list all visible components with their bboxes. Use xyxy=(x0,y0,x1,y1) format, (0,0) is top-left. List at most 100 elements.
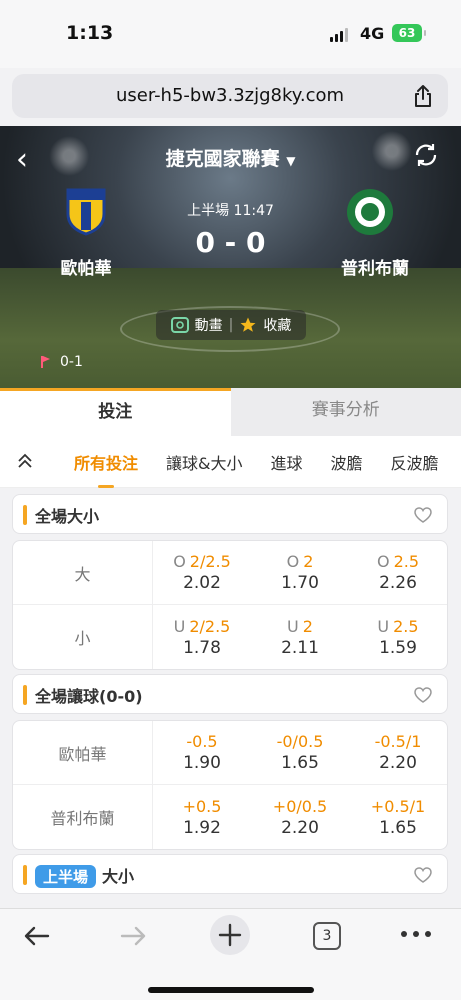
odds-prefix: U xyxy=(173,616,186,636)
section-accent-bar xyxy=(23,865,27,885)
odds-cell[interactable]: -0.5 1.90 xyxy=(153,721,251,784)
odds-prefix: U xyxy=(377,616,390,636)
match-clock: 11:47 xyxy=(233,203,274,219)
more-icon[interactable] xyxy=(398,927,434,941)
odds-line: 2/2.5 xyxy=(189,616,231,636)
address-bar[interactable]: user-h5-bw3.3zjg8ky.com xyxy=(12,74,448,118)
share-icon[interactable] xyxy=(412,84,434,108)
tab-handicap-over-under[interactable]: 讓球&大小 xyxy=(166,450,242,474)
heart-icon[interactable] xyxy=(413,866,433,884)
odds-line: 2.5 xyxy=(393,552,420,571)
section-half-over-under-header[interactable]: 上半場 大小 xyxy=(12,854,448,894)
odds-cell[interactable]: U2 2.11 xyxy=(251,605,349,669)
section-title-text: 大小 xyxy=(102,867,135,886)
section-full-over-under-header[interactable]: 全場大小 xyxy=(12,494,448,534)
home-indicator xyxy=(148,987,314,993)
animation-button[interactable]: 動畫 xyxy=(195,315,223,335)
battery-icon: 63 xyxy=(392,24,426,42)
tab-bet[interactable]: 投注 xyxy=(0,388,231,436)
odds-card-full-over-under: 大 O 2/2.5 2.02 O2 1.70 O 2.5 2.26 小 U 2/2.5… xyxy=(12,540,448,670)
url-text[interactable]: user-h5-bw3.3zjg8ky.com xyxy=(12,85,448,106)
forward-arrow-icon[interactable] xyxy=(118,921,148,951)
odds-card-full-handicap: 歐帕華 -0.5 1.90 -0/0.5 1.65 -0.5/1 2.20 普利… xyxy=(12,720,448,850)
new-tab-button[interactable] xyxy=(210,915,250,955)
section-full-handicap-header[interactable]: 全場讓球(0-0) xyxy=(12,674,448,714)
odds-line: -0.5 xyxy=(186,732,218,751)
section-title: 全場大小 xyxy=(35,507,100,526)
corner-flag-icon xyxy=(41,356,50,368)
odds-price: 1.92 xyxy=(183,817,221,838)
odds-line: 2.5 xyxy=(393,616,419,636)
market-tab-list: 所有投注 讓球&大小 進球 波膽 反波膽 xyxy=(74,450,461,488)
odds-line: -0/0.5 xyxy=(276,732,324,751)
section-accent-bar xyxy=(23,505,27,525)
odds-price: 2.26 xyxy=(379,573,417,593)
tab-analysis[interactable]: 賽事分析 xyxy=(230,388,461,436)
odds-row-home: 歐帕華 -0.5 1.90 -0/0.5 1.65 -0.5/1 2.20 xyxy=(13,721,447,785)
tab-all-bets[interactable]: 所有投注 xyxy=(74,450,138,488)
odds-cell[interactable]: O 2.5 2.26 xyxy=(349,541,447,604)
tab-correct-score[interactable]: 波膽 xyxy=(331,450,363,474)
heart-icon[interactable] xyxy=(413,506,433,524)
match-header: ‹ 捷克國家聯賽 ▼ 歐帕華 普利布蘭 上半場 11:47 0 - 0 動畫 | xyxy=(0,126,461,388)
match-score: 0 - 0 xyxy=(195,226,266,259)
collapse-icon[interactable] xyxy=(16,452,34,470)
odds-cell[interactable]: U 2.5 1.59 xyxy=(349,605,447,669)
league-selector[interactable]: 捷克國家聯賽 ▼ xyxy=(0,144,461,171)
media-pill: 動畫 | 收藏 xyxy=(156,310,306,340)
section-title: 上半場 大小 xyxy=(35,863,134,888)
odds-price: 1.59 xyxy=(379,637,417,658)
odds-row-away: 普利布蘭 +0.5 1.92 +0/0.5 2.20 +0.5/1 1.65 xyxy=(13,785,447,849)
section-title: 全場讓球(0-0) xyxy=(35,687,143,706)
odds-row-label: 小 xyxy=(13,605,153,669)
odds-line: -0.5/1 xyxy=(374,732,422,751)
match-period: 上半場 xyxy=(187,203,230,219)
odds-cell[interactable]: -0/0.5 1.65 xyxy=(251,721,349,784)
odds-line: 2/2.5 xyxy=(189,552,231,571)
odds-line: +0/0.5 xyxy=(272,796,328,816)
star-icon[interactable] xyxy=(239,316,257,334)
odds-line: 2 xyxy=(302,616,313,636)
odds-row-label: 普利布蘭 xyxy=(13,785,153,849)
tab-goals[interactable]: 進球 xyxy=(271,450,303,474)
odds-row-under: 小 U 2/2.5 1.78 U2 2.11 U 2.5 1.59 xyxy=(13,605,447,669)
odds-cell[interactable]: U 2/2.5 1.78 xyxy=(153,605,251,669)
corner-score: 0-1 xyxy=(60,354,83,370)
half-badge: 上半場 xyxy=(35,865,97,888)
odds-line: +0.5/1 xyxy=(370,796,426,816)
media-divider: | xyxy=(228,317,234,333)
odds-cell[interactable]: -0.5/1 2.20 xyxy=(349,721,447,784)
league-name: 捷克國家聯賽 xyxy=(165,148,280,170)
odds-price: 1.65 xyxy=(281,753,319,773)
plus-icon xyxy=(218,923,242,947)
odds-row-label: 大 xyxy=(13,541,153,604)
tabs-button[interactable]: 3 xyxy=(313,922,341,950)
dropdown-caret-icon: ▼ xyxy=(286,154,296,168)
browser-toolbar: 3 xyxy=(0,908,461,1000)
odds-prefix: O xyxy=(286,552,300,571)
heart-icon[interactable] xyxy=(413,686,433,704)
tab-anti-correct-score[interactable]: 反波膽 xyxy=(391,450,439,474)
odds-price: 1.65 xyxy=(379,817,417,838)
refresh-icon[interactable] xyxy=(413,142,439,168)
section-accent-bar xyxy=(23,685,27,705)
odds-cell[interactable]: O2 1.70 xyxy=(251,541,349,604)
favorite-button[interactable]: 收藏 xyxy=(263,315,291,335)
market-tabs: 所有投注 讓球&大小 進球 波膽 反波膽 xyxy=(0,436,461,488)
odds-price: 1.70 xyxy=(281,573,319,593)
odds-line: 2 xyxy=(303,552,314,571)
signal-icon xyxy=(330,28,348,42)
back-arrow-icon[interactable] xyxy=(22,921,52,951)
odds-row-label: 歐帕華 xyxy=(13,721,153,784)
corner-count: 0-1 xyxy=(40,354,83,370)
odds-cell[interactable]: +0/0.5 2.20 xyxy=(251,785,349,849)
odds-cell[interactable]: O 2/2.5 2.02 xyxy=(153,541,251,604)
odds-price: 1.90 xyxy=(183,753,221,773)
network-type: 4G xyxy=(360,24,385,43)
animation-icon[interactable] xyxy=(170,317,189,333)
match-time: 上半場 11:47 xyxy=(0,200,461,220)
odds-cell[interactable]: +0.5 1.92 xyxy=(153,785,251,849)
main-tabs: 投注 賽事分析 xyxy=(0,388,461,436)
odds-cell[interactable]: +0.5/1 1.65 xyxy=(349,785,447,849)
odds-row-over: 大 O 2/2.5 2.02 O2 1.70 O 2.5 2.26 xyxy=(13,541,447,605)
